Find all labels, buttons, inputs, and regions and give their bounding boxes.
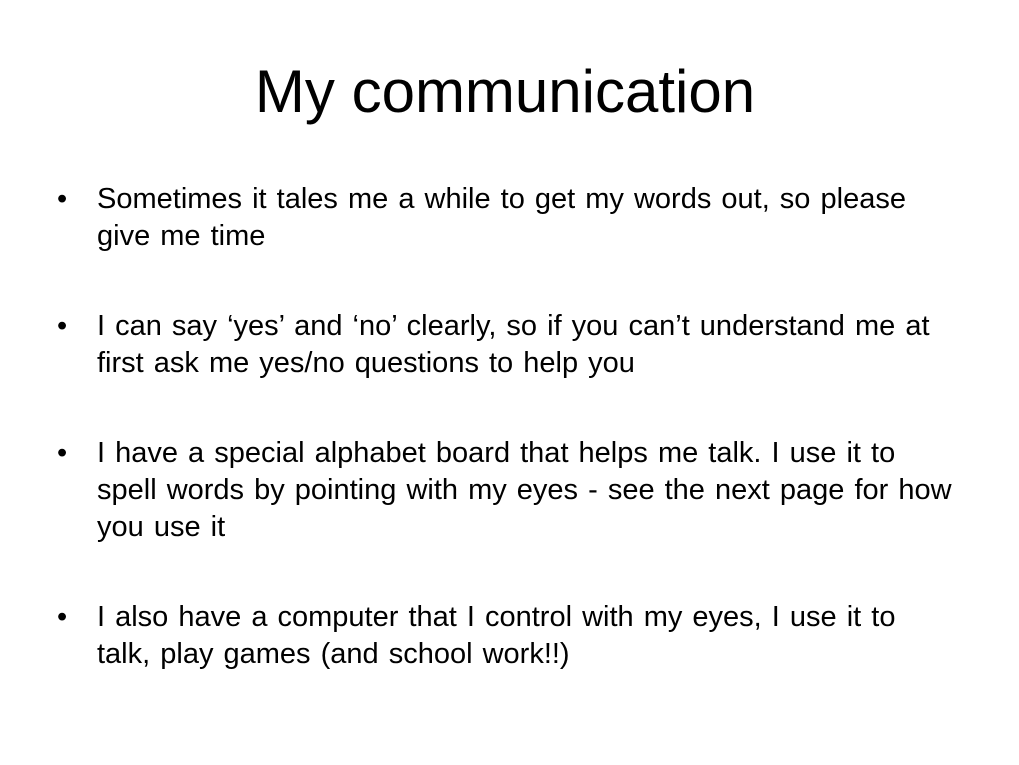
bullet-text: Sometimes it tales me a while to get my … <box>97 183 906 252</box>
bullet-icon: • <box>57 437 68 469</box>
bullet-text: I have a special alphabet board that hel… <box>97 437 952 543</box>
slide: My communication • Sometimes it tales me… <box>0 0 1019 765</box>
bullet-text: I can say ‘yes’ and ‘no’ clearly, so if … <box>97 310 930 379</box>
bullet-icon: • <box>57 310 68 342</box>
bullet-list: • Sometimes it tales me a while to get m… <box>57 181 957 673</box>
bullet-item: • I can say ‘yes’ and ‘no’ clearly, so i… <box>57 308 957 382</box>
slide-title: My communication <box>254 58 756 125</box>
bullet-icon: • <box>57 183 68 215</box>
bullet-item: • Sometimes it tales me a while to get m… <box>57 181 957 255</box>
bullet-item: • I have a special alphabet board that h… <box>57 435 957 546</box>
bullet-text: I also have a computer that I control wi… <box>97 601 896 670</box>
bullet-icon: • <box>57 601 68 633</box>
bullet-item: • I also have a computer that I control … <box>57 599 957 673</box>
